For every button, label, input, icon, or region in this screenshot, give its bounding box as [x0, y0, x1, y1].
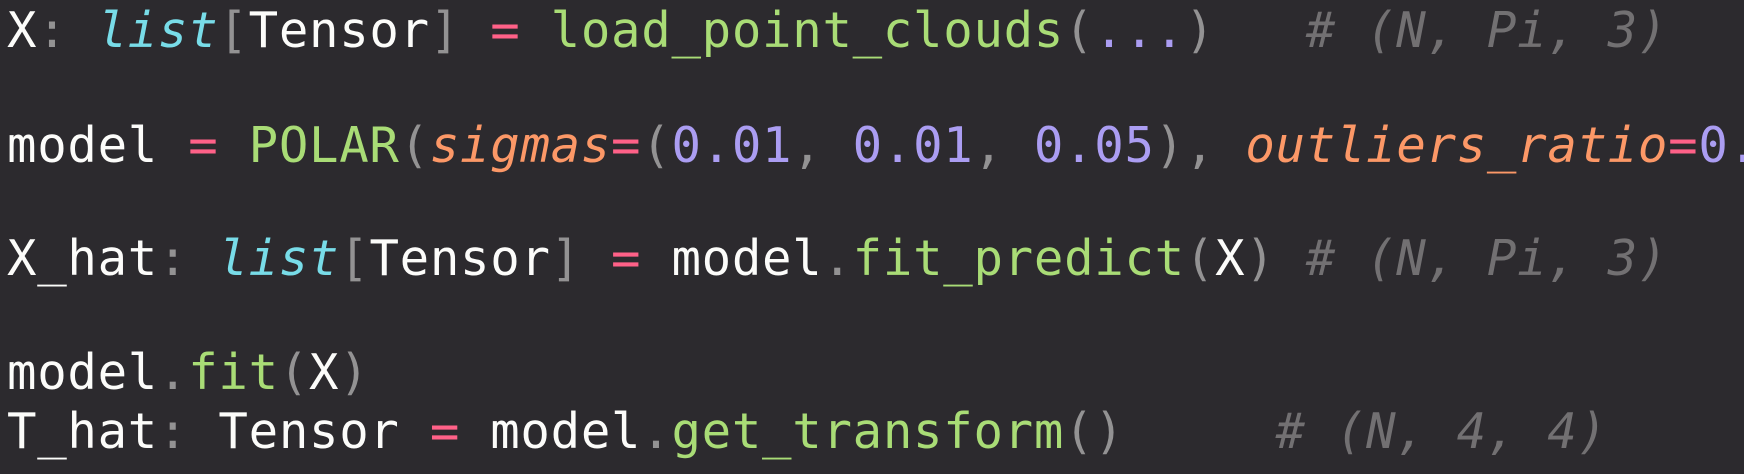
comment-shape: # (N, 4, 4) [1275, 403, 1608, 460]
number-sigma-3: 0.05 [1033, 117, 1155, 174]
method-fit-predict: fit_predict [852, 230, 1185, 287]
type-list: list [218, 230, 340, 287]
method-fit: fit [188, 344, 279, 401]
comma-separator: , [973, 117, 1034, 174]
comment-shape: # (N, Pi, 3) [1305, 230, 1669, 287]
comma-separator: , [1184, 117, 1246, 174]
bracket-close: ] [550, 230, 581, 287]
type-list: list [97, 2, 219, 59]
param-outliers-ratio: outliers_ratio [1245, 117, 1669, 174]
padding [1124, 403, 1275, 460]
assign-operator: = [460, 2, 551, 59]
padding [1215, 2, 1306, 59]
code-line-1: X: list[Tensor] = load_point_clouds(...)… [7, 2, 1668, 59]
paren-close: ) [339, 344, 370, 401]
paren-close: ) [1184, 2, 1216, 59]
code-line-3: X_hat: list[Tensor] = model.fit_predict(… [7, 230, 1668, 287]
bracket-open: [ [339, 230, 370, 287]
code-line-2: model = POLAR(sigmas=(0.01, 0.01, 0.05),… [7, 117, 1744, 174]
colon: : [37, 2, 98, 59]
dot: . [641, 403, 672, 460]
parens: () [1064, 403, 1125, 460]
method-get-transform: get_transform [671, 403, 1065, 460]
param-equals: = [611, 117, 642, 174]
padding [1276, 230, 1306, 287]
code-editor: X: list[Tensor] = load_point_clouds(...)… [0, 0, 1744, 474]
bracket-open: [ [218, 2, 249, 59]
type-arg-tensor: Tensor [248, 2, 430, 59]
paren-close: ) [1245, 230, 1276, 287]
number-sigma-2: 0.01 [852, 117, 974, 174]
comment-shape: # (N, Pi, 3) [1305, 2, 1669, 59]
variable-x: X [7, 2, 38, 59]
type-arg-tensor: Tensor [369, 230, 551, 287]
assign-operator: = [158, 117, 249, 174]
argument-x: X [309, 344, 340, 401]
variable-model: model [7, 117, 159, 174]
param-sigmas: sigmas [429, 117, 612, 174]
code-line-4: model.fit(X) [7, 344, 369, 401]
class-polar: POLAR [248, 117, 400, 174]
function-load-point-clouds: load_point_clouds [550, 2, 1065, 59]
paren-open: ( [278, 344, 310, 401]
code-line-5: T_hat: Tensor = model.get_transform() # … [7, 403, 1608, 460]
tuple-close: ) [1154, 117, 1185, 174]
colon: : [158, 230, 219, 287]
object-model: model [490, 403, 642, 460]
param-equals: = [1668, 117, 1699, 174]
paren-open: ( [1064, 2, 1095, 59]
variable-x-hat: X_hat [7, 230, 159, 287]
comma-separator: , [792, 117, 853, 174]
tuple-open: ( [641, 117, 672, 174]
colon: : [158, 403, 219, 460]
dot: . [822, 230, 853, 287]
number-sigma-1: 0.01 [671, 117, 793, 174]
paren-open: ( [399, 117, 430, 174]
object-model: model [7, 344, 159, 401]
paren-open: ( [1184, 230, 1216, 287]
assign-operator: = [399, 403, 491, 460]
bracket-close: ] [429, 2, 461, 59]
ellipsis: ... [1094, 2, 1185, 59]
assign-operator: = [580, 230, 672, 287]
number-outliers-ratio: 0.2 [1698, 117, 1744, 174]
dot: . [158, 344, 189, 401]
argument-x: X [1215, 230, 1246, 287]
variable-t-hat: T_hat [7, 403, 159, 460]
type-tensor: Tensor [218, 403, 400, 460]
object-model: model [671, 230, 823, 287]
